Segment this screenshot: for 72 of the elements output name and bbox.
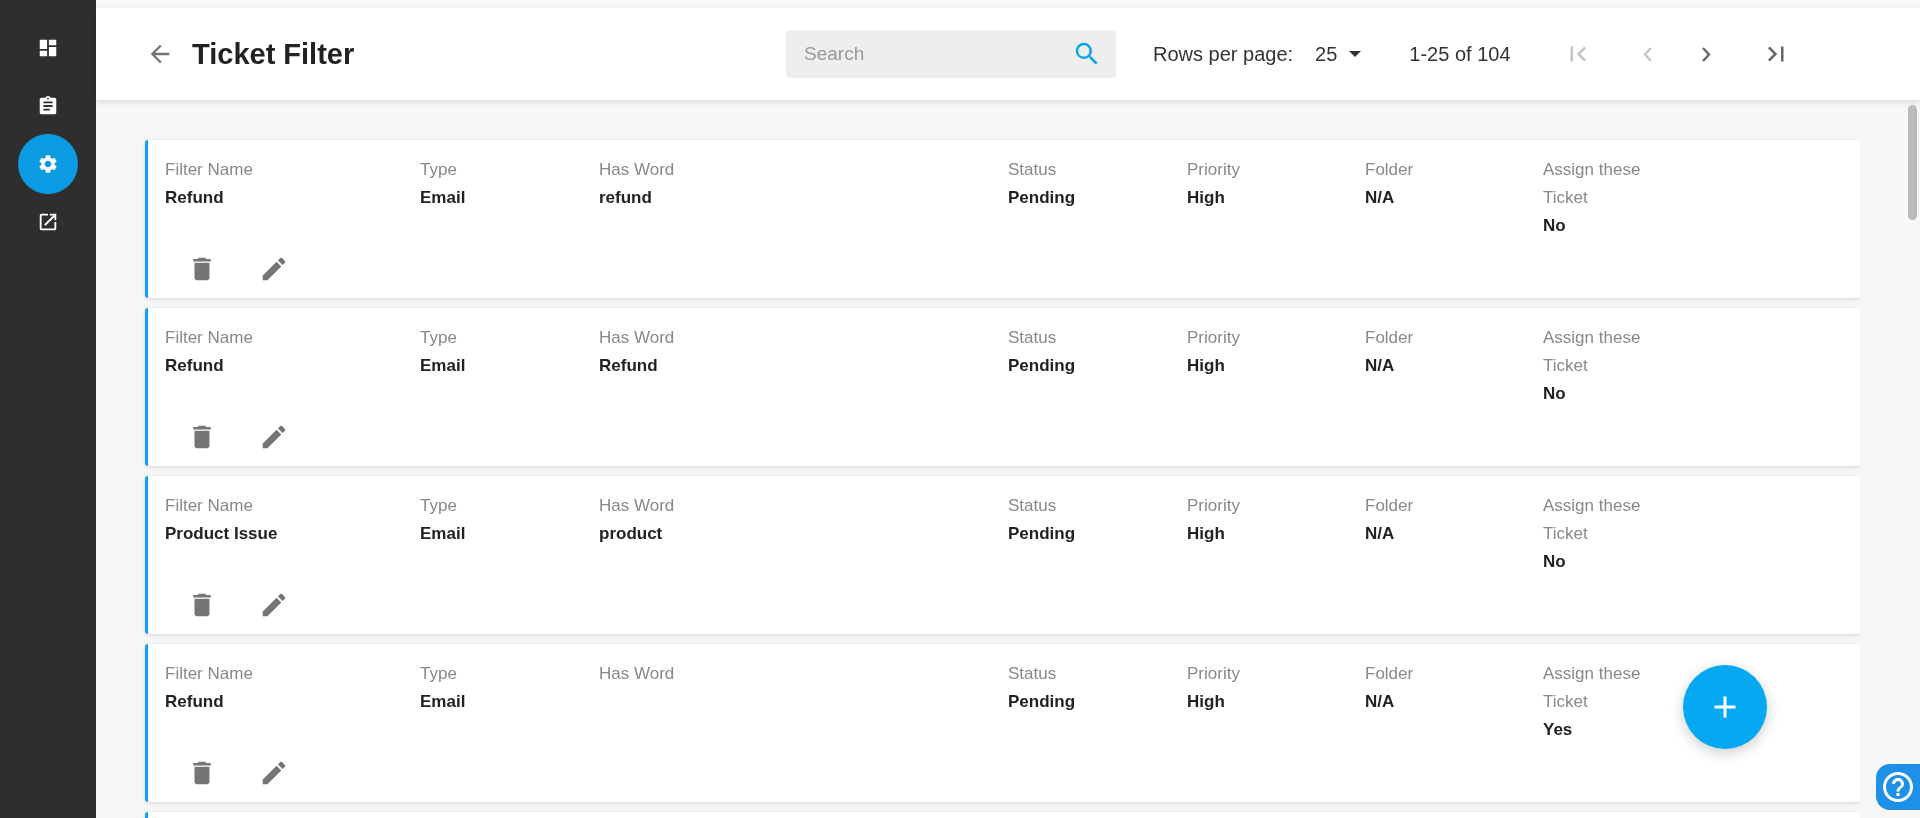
field-value: Product Issue: [165, 523, 278, 545]
sidebar-item[interactable]: [18, 134, 78, 194]
field-value: No: [1543, 215, 1566, 237]
field-value: N/A: [1365, 523, 1395, 545]
field-value: Refund: [599, 355, 658, 377]
field-label: Priority: [1187, 327, 1240, 349]
field-value: Refund: [165, 187, 224, 209]
field-label: Folder: [1365, 663, 1414, 685]
field-value: High: [1187, 523, 1225, 545]
scrollbar[interactable]: [1908, 105, 1917, 220]
field-label: Assign these Ticket: [1543, 495, 1642, 545]
page-range: 1-25 of 104: [1409, 42, 1511, 66]
field-label: Has Word: [599, 327, 675, 349]
field-value: High: [1187, 691, 1225, 713]
help-icon: [1880, 769, 1916, 805]
field-value: Email: [420, 691, 466, 713]
field-label: Status: [1008, 327, 1057, 349]
field-label: Priority: [1187, 495, 1240, 517]
rows-per-page-select[interactable]: 25: [1315, 42, 1362, 66]
field-value: Email: [420, 187, 466, 209]
field-label: Has Word: [599, 159, 675, 181]
field-label: Type: [420, 159, 457, 181]
rows-per-page-label: Rows per page:: [1153, 42, 1294, 66]
field-value: N/A: [1365, 355, 1395, 377]
field-value: High: [1187, 355, 1225, 377]
field-label: Folder: [1365, 159, 1414, 181]
field-value: product: [599, 523, 663, 545]
field-label: Filter Name: [165, 495, 253, 517]
field-label: Filter Name: [165, 159, 253, 181]
field-value: Pending: [1008, 187, 1076, 209]
external-link-icon: [37, 211, 59, 233]
field-value: N/A: [1365, 187, 1395, 209]
field-label: Status: [1008, 663, 1057, 685]
field-value: refund: [599, 187, 652, 209]
clipboard-icon: [37, 95, 59, 117]
field-value: Yes: [1543, 719, 1573, 741]
page-title: Ticket Filter: [192, 37, 356, 71]
field-label: Filter Name: [165, 327, 253, 349]
help-button[interactable]: [1876, 764, 1920, 810]
settings-icon: [37, 153, 59, 175]
field-label: Assign these Ticket: [1543, 663, 1642, 713]
field-value: N/A: [1365, 691, 1395, 713]
field-value: Pending: [1008, 523, 1076, 545]
field-label: Has Word: [599, 495, 675, 517]
field-value: No: [1543, 551, 1566, 573]
caret-icon: [1349, 51, 1362, 57]
field-label: Filter Name: [165, 663, 253, 685]
field-value: Pending: [1008, 355, 1076, 377]
pager-button[interactable]: [1701, 46, 1711, 62]
field-label: Status: [1008, 495, 1057, 517]
field-value: Email: [420, 355, 466, 377]
chevron-right-icon: [1701, 46, 1711, 62]
dashboard-icon: [37, 37, 59, 59]
field-label: Folder: [1365, 495, 1414, 517]
field-label: Assign these Ticket: [1543, 327, 1642, 377]
field-label: Status: [1008, 159, 1057, 181]
field-value: Pending: [1008, 691, 1076, 713]
field-value: Refund: [165, 691, 224, 713]
field-value: Email: [420, 523, 466, 545]
field-label: Priority: [1187, 159, 1240, 181]
field-label: Assign these Ticket: [1543, 159, 1642, 209]
field-label: Type: [420, 495, 457, 517]
field-value: Refund: [165, 355, 224, 377]
search-field[interactable]: Search: [786, 30, 1116, 78]
chevron-left-icon: [1642, 46, 1652, 62]
field-label: Has Word: [599, 663, 675, 685]
field-label: Type: [420, 327, 457, 349]
field-label: Folder: [1365, 327, 1414, 349]
field-label: Type: [420, 663, 457, 685]
field-value: No: [1543, 383, 1566, 405]
field-label: Priority: [1187, 663, 1240, 685]
field-value: High: [1187, 187, 1225, 209]
